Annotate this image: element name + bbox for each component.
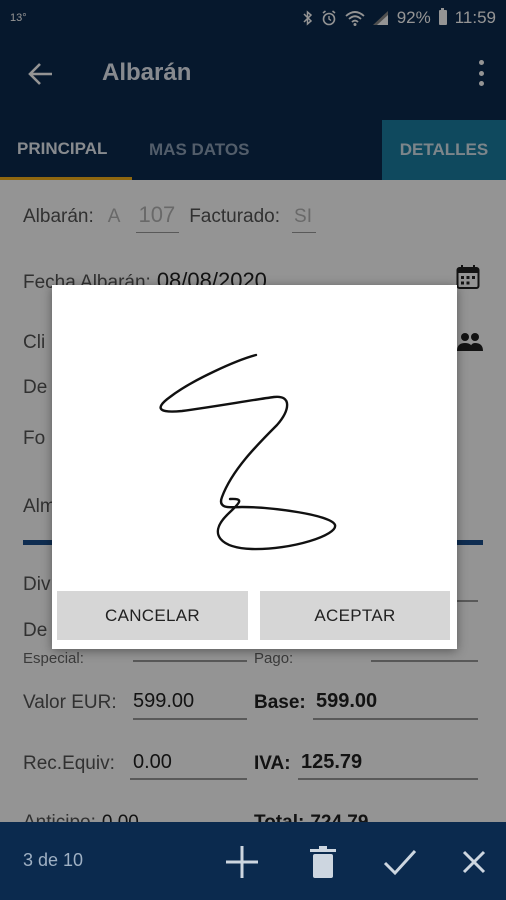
alarm-icon [321, 9, 337, 26]
iva-label: IVA: [254, 753, 291, 774]
record-counter: 3 de 10 [23, 850, 84, 870]
cliente-label: Cli [23, 332, 46, 353]
facturado-label: Facturado: [189, 206, 281, 227]
delete-icon[interactable] [303, 842, 343, 882]
check-icon[interactable] [380, 842, 420, 882]
albaran-label: Albarán: [23, 206, 94, 227]
almacen-label: Alm [23, 496, 56, 517]
signature-dialog: CANCELAR ACEPTAR [52, 285, 457, 649]
add-icon[interactable] [222, 842, 262, 882]
bluetooth-icon [303, 9, 313, 26]
divisa-label: Div [23, 574, 51, 595]
fo-label: Fo [23, 428, 46, 449]
tab-detalles[interactable]: DETALLES [382, 120, 506, 180]
bottom-toolbar: 3 de 10 [0, 822, 506, 900]
de2-label: De [23, 620, 48, 641]
back-arrow-icon[interactable] [26, 59, 56, 89]
page-title: Albarán [102, 59, 192, 86]
albaran-number[interactable]: 107 [136, 202, 180, 233]
tab-mas-datos[interactable]: MAS DATOS [149, 120, 249, 180]
tab-bar: PRINCIPAL MAS DATOS DETALLES [0, 120, 506, 180]
status-bar: 13° 92% 11:59 [0, 0, 506, 35]
base-value: 599.00 [316, 690, 378, 712]
accept-button[interactable]: ACEPTAR [260, 591, 450, 640]
especial-label: Especial: [23, 650, 84, 667]
people-icon[interactable] [456, 332, 484, 352]
pago-label: Pago: [254, 650, 294, 667]
de-label: De [23, 377, 48, 398]
app-bar: Albarán [0, 35, 506, 120]
calendar-icon[interactable] [456, 264, 480, 290]
iva-value: 125.79 [301, 751, 363, 773]
clock: 11:59 [454, 7, 496, 27]
battery-icon [438, 8, 447, 25]
signal-icon [372, 10, 389, 25]
rec-equiv-label: Rec.Equiv: [23, 753, 115, 774]
tab-principal[interactable]: PRINCIPAL [0, 120, 132, 180]
signature-pad[interactable] [52, 285, 457, 585]
cancel-button[interactable]: CANCELAR [57, 591, 248, 640]
albaran-series[interactable]: A [108, 206, 121, 228]
facturado-value[interactable]: SI [292, 206, 316, 233]
valor-label: Valor EUR: [23, 692, 117, 713]
rec-equiv-value[interactable]: 0.00 [133, 751, 172, 774]
more-vert-icon[interactable] [478, 60, 484, 86]
base-label: Base: [254, 692, 306, 713]
wifi-icon [345, 10, 365, 26]
close-icon[interactable] [454, 842, 494, 882]
temperature: 13° [10, 11, 27, 24]
battery-percent: 92% [396, 7, 431, 27]
valor-value[interactable]: 599.00 [133, 690, 194, 713]
